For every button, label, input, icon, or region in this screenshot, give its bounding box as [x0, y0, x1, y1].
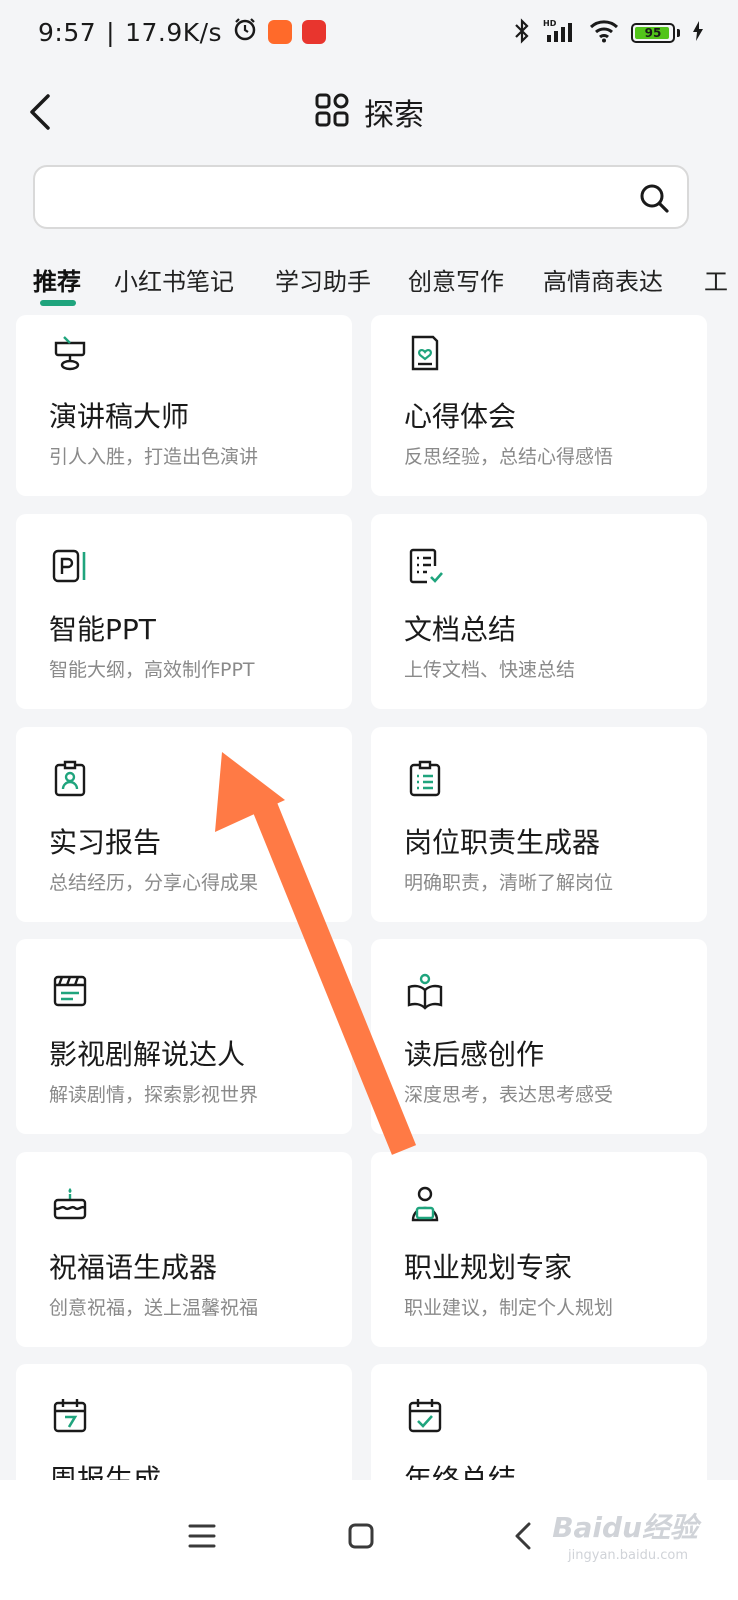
- battery-cap: [677, 29, 680, 37]
- tool-card-doc-summary[interactable]: 文档总结 上传文档、快速总结: [371, 514, 707, 709]
- page-title: 探索: [364, 98, 424, 133]
- taobao-notification-icon: [302, 20, 327, 44]
- card-desc: 明确职责，清晰了解岗位: [404, 872, 614, 894]
- svg-text:HD: HD: [543, 19, 557, 28]
- badge-person-icon: [54, 760, 86, 797]
- tool-grid: 演讲稿大师 引人入胜，打造出色演讲 心得体会 反思经验，总结心得感悟 智能PPT…: [0, 315, 738, 1480]
- card-desc: 解读剧情，探索影视世界: [49, 1084, 259, 1106]
- category-tabs: 推荐 小红书笔记 学习助手 创意写作 高情商表达 工: [0, 250, 738, 310]
- status-divider: |: [106, 17, 116, 47]
- card-title: 实习报告: [49, 826, 162, 859]
- tool-card-career-planning[interactable]: 职业规划专家 职业建议，制定个人规划: [371, 1152, 707, 1347]
- card-desc: 总结经历，分享心得成果: [49, 872, 259, 894]
- card-title: 心得体会: [404, 400, 517, 433]
- search-icon[interactable]: [637, 181, 671, 215]
- home-button[interactable]: [337, 1512, 385, 1560]
- clipboard-list-icon: [409, 760, 441, 797]
- tool-card-year-end-summary[interactable]: 年终总结: [371, 1364, 707, 1480]
- tool-card-film-commentary[interactable]: 影视剧解说达人 解读剧情，探索影视世界: [16, 939, 352, 1134]
- person-laptop-icon: [411, 1186, 439, 1222]
- card-title: 年终总结: [404, 1463, 517, 1480]
- card-title: 读后感创作: [404, 1038, 545, 1071]
- nav-back-button[interactable]: [500, 1512, 548, 1560]
- clapperboard-icon: [53, 975, 87, 1007]
- ppt-icon: [52, 549, 86, 583]
- system-navbar: Baidu经验 jingyan.baidu.com: [0, 1480, 738, 1600]
- reading-book-icon: [407, 973, 443, 1010]
- charging-icon: [692, 20, 704, 46]
- tool-card-book-review[interactable]: 读后感创作 深度思考，表达思考感受: [371, 939, 707, 1134]
- grid-apps-icon: [314, 92, 350, 132]
- tab-recommend[interactable]: 推荐: [33, 262, 81, 297]
- header-title-group: 探索: [0, 90, 738, 134]
- battery-icon: 95: [631, 23, 675, 43]
- baidu-watermark: Baidu经验: [552, 1511, 698, 1544]
- tab-xiaohongshu-notes[interactable]: 小红书笔记: [114, 262, 234, 297]
- search-input[interactable]: [51, 177, 615, 219]
- search-box[interactable]: [33, 165, 689, 229]
- card-desc: 智能大纲，高效制作PPT: [49, 659, 255, 681]
- signal-icon: HD: [543, 18, 577, 48]
- tab-study-assistant[interactable]: 学习助手: [275, 262, 371, 297]
- tool-card-weekly-report[interactable]: 周报生成: [16, 1364, 352, 1480]
- bluetooth-icon: [513, 18, 531, 48]
- wifi-icon: [589, 19, 619, 47]
- status-time: 9:57: [38, 17, 97, 47]
- card-desc: 引人入胜，打造出色演讲: [49, 446, 259, 468]
- card-desc: 创意祝福，送上温馨祝福: [49, 1297, 259, 1319]
- tool-card-reflection[interactable]: 心得体会 反思经验，总结心得感悟: [371, 315, 707, 496]
- card-desc: 深度思考，表达思考感受: [404, 1084, 614, 1106]
- card-desc: 职业建议，制定个人规划: [404, 1297, 614, 1319]
- card-title: 智能PPT: [49, 613, 156, 646]
- heart-document-icon: [411, 335, 439, 371]
- podium-icon: [54, 336, 86, 371]
- tool-card-internship-report[interactable]: 实习报告 总结经历，分享心得成果: [16, 727, 352, 922]
- back-triangle-icon: [515, 1522, 531, 1550]
- card-title: 岗位职责生成器: [404, 826, 601, 859]
- tab-overflow[interactable]: 工: [704, 262, 728, 297]
- calendar-7-icon: [53, 1399, 87, 1433]
- card-title: 祝福语生成器: [49, 1251, 218, 1284]
- card-title: 职业规划专家: [404, 1251, 573, 1284]
- tab-eq-expression[interactable]: 高情商表达: [543, 262, 663, 297]
- menu-button[interactable]: [178, 1512, 226, 1560]
- card-title: 影视剧解说达人: [49, 1038, 246, 1071]
- card-desc: 上传文档、快速总结: [404, 659, 576, 681]
- tool-card-smart-ppt[interactable]: 智能PPT 智能大纲，高效制作PPT: [16, 514, 352, 709]
- home-square-icon: [348, 1523, 374, 1549]
- active-tab-indicator: [40, 300, 76, 306]
- tool-card-blessings[interactable]: 祝福语生成器 创意祝福，送上温馨祝福: [16, 1152, 352, 1347]
- header: 探索: [0, 80, 738, 144]
- status-bar: 9:57 | 17.9K/s HD 95: [0, 0, 738, 64]
- card-title: 周报生成: [49, 1463, 162, 1480]
- calendar-check-icon: [408, 1399, 442, 1433]
- cake-icon: [53, 1188, 87, 1220]
- baidu-watermark-url: jingyan.baidu.com: [568, 1548, 688, 1563]
- card-desc: 反思经验，总结心得感悟: [404, 446, 614, 468]
- status-left: 9:57 | 17.9K/s: [38, 16, 327, 48]
- app-notification-icon: [268, 20, 293, 44]
- tab-creative-writing[interactable]: 创意写作: [408, 262, 504, 297]
- menu-icon: [188, 1524, 216, 1548]
- tool-card-job-duties[interactable]: 岗位职责生成器 明确职责，清晰了解岗位: [371, 727, 707, 922]
- card-title: 文档总结: [404, 613, 517, 646]
- card-title: 演讲稿大师: [49, 400, 190, 433]
- document-check-icon: [409, 548, 443, 584]
- tool-card-speech[interactable]: 演讲稿大师 引人入胜，打造出色演讲: [16, 315, 352, 496]
- alarm-icon: [232, 16, 258, 48]
- status-right: HD 95: [513, 18, 704, 48]
- battery-level: 95: [644, 26, 662, 40]
- status-speed: 17.9K/s: [125, 17, 223, 47]
